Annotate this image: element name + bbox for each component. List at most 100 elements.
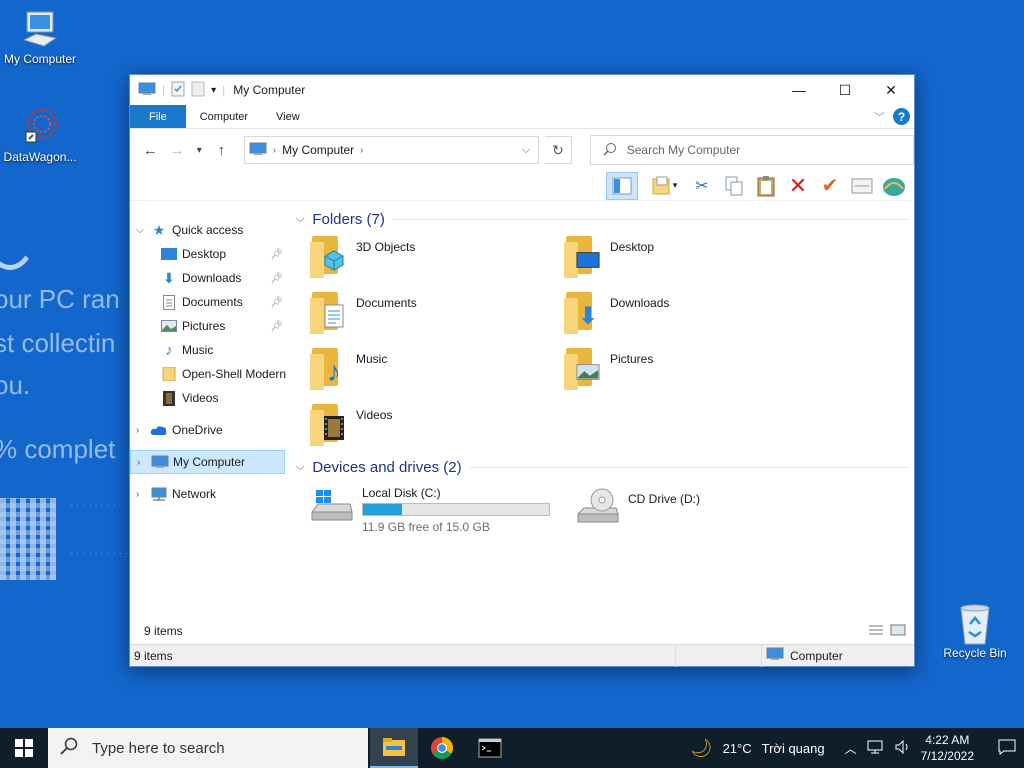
drive-cd-d[interactable]: CD Drive (D:) (576, 486, 826, 534)
weather-condition[interactable]: Trời quang (762, 741, 825, 756)
cut-icon[interactable]: ✂ (690, 174, 714, 198)
group-header-devices[interactable]: ⌵ Devices and drives (2) (296, 456, 914, 478)
notification-icon[interactable] (998, 739, 1016, 758)
folder-music[interactable]: ♪ Music (310, 346, 564, 390)
close-button[interactable]: ✕ (868, 75, 914, 105)
details-view-icon[interactable] (868, 624, 884, 639)
chevron-right-icon[interactable]: › (360, 145, 363, 156)
volume-icon[interactable] (895, 739, 911, 757)
nav-onedrive[interactable]: › OneDrive (130, 418, 289, 442)
properties-icon[interactable] (171, 81, 185, 100)
forward-button[interactable]: → (167, 142, 188, 159)
desktop-icon-my-computer[interactable]: My Computer (0, 8, 80, 66)
tab-computer[interactable]: Computer (186, 105, 262, 128)
paste-icon[interactable] (754, 174, 778, 198)
search-icon (60, 737, 78, 759)
tab-view[interactable]: View (262, 105, 314, 128)
folder-pictures[interactable]: Pictures (564, 346, 818, 390)
nav-label: Quick access (172, 223, 244, 237)
chevron-down-icon[interactable]: ⌵ (296, 213, 304, 226)
folder-name: 3D Objects (356, 240, 416, 254)
nav-label: Pictures (182, 319, 226, 333)
address-bar[interactable]: › My Computer › ⌵ (243, 136, 540, 164)
folder-name: Pictures (610, 352, 654, 366)
taskbar-file-explorer[interactable] (370, 728, 418, 768)
help-icon[interactable]: ? (893, 108, 910, 125)
window-title: My Computer (233, 83, 306, 97)
pin-icon: 📌︎ (270, 272, 283, 284)
folder-downloads[interactable]: ⬇ Downloads (564, 290, 818, 334)
nav-quick-access[interactable]: ⌵ ★ Quick access (130, 218, 289, 242)
chevron-down-icon[interactable]: ⌵ (296, 461, 304, 474)
taskbar-search-input[interactable]: Type here to search (48, 728, 368, 768)
refresh-button[interactable]: ↻ (545, 136, 572, 164)
item-count: 9 items (144, 624, 183, 638)
network-icon[interactable] (867, 740, 885, 757)
chevron-right-icon[interactable]: › (273, 145, 276, 156)
weather-temp[interactable]: 21°C (723, 741, 752, 756)
separator: | (162, 83, 166, 97)
recent-locations-button[interactable]: ▾ (194, 145, 205, 156)
desktop-icon-recycle-bin[interactable]: Recycle Bin (935, 602, 1015, 660)
status-bar: 9 items (130, 620, 914, 642)
search-input[interactable]: Search My Computer (589, 135, 914, 165)
chevron-right-icon[interactable]: › (136, 425, 150, 436)
nav-label: Desktop (182, 247, 227, 261)
chrome-icon (431, 737, 453, 759)
navigation-pane-button[interactable] (606, 171, 638, 200)
bsod-text-2: st collectin (0, 328, 116, 358)
nav-item-documents[interactable]: Documents 📌︎ (130, 290, 289, 314)
nav-item-music[interactable]: ♪ Music (130, 338, 289, 362)
tab-file[interactable]: File (130, 105, 186, 128)
up-button[interactable]: ↑ (211, 142, 232, 159)
chevron-right-icon[interactable]: › (136, 489, 150, 500)
cloud-icon (150, 422, 168, 438)
search-placeholder: Search My Computer (626, 143, 741, 157)
copy-icon[interactable] (722, 174, 746, 198)
clock[interactable]: 4:22 AM 7/12/2022 (921, 732, 974, 764)
chevron-right-icon[interactable]: › (137, 457, 151, 468)
maximize-button[interactable]: ☐ (822, 75, 868, 105)
folder-videos[interactable]: Videos (310, 402, 564, 446)
moon-weather-icon[interactable]: 🌙︎ (690, 738, 713, 759)
bsod-sad-face (0, 170, 40, 270)
drive-local-disk-c[interactable]: Local Disk (C:) 11.9 GB free of 15.0 GB (310, 486, 560, 534)
properties-check-icon[interactable]: ✔ (818, 174, 842, 198)
nav-label: Documents (182, 295, 243, 309)
group-header-folders[interactable]: ⌵ Folders (7) (296, 208, 914, 230)
large-icons-view-icon[interactable] (890, 624, 906, 639)
film-icon (160, 390, 178, 406)
customize-qat-icon[interactable]: ▾ (211, 85, 216, 96)
nav-item-open-shell-modern[interactable]: Open-Shell Modern (130, 362, 289, 386)
title-bar[interactable]: | ▾ | My Computer — ☐ ✕ (130, 75, 914, 105)
nav-item-pictures[interactable]: Pictures 📌︎ (130, 314, 289, 338)
email-icon[interactable] (850, 174, 874, 198)
address-location[interactable]: My Computer (282, 143, 354, 157)
back-button[interactable]: ← (140, 142, 161, 159)
open-shell-icon[interactable] (882, 174, 906, 198)
nav-my-computer[interactable]: › My Computer (130, 450, 285, 474)
new-folder-icon[interactable] (191, 81, 205, 100)
taskbar-chrome[interactable] (418, 728, 466, 768)
videos-folder-icon (310, 402, 346, 446)
delete-icon[interactable]: ✕ (786, 173, 810, 198)
minimize-button[interactable]: — (776, 75, 822, 105)
status-count: 9 items (130, 644, 676, 667)
nav-network[interactable]: › Network (130, 482, 289, 506)
nav-item-videos[interactable]: Videos (130, 386, 289, 410)
chevron-down-icon[interactable]: ⌵ (522, 144, 538, 157)
star-icon: ★ (152, 221, 166, 238)
nav-item-downloads[interactable]: ⬇ Downloads 📌︎ (130, 266, 289, 290)
taskbar-command-prompt[interactable] (466, 728, 514, 768)
computer-icon (138, 82, 156, 99)
chevron-down-icon[interactable]: ⌵ (136, 225, 150, 236)
desktop-icon-datawagon[interactable]: DataWagon... (0, 106, 80, 164)
chevron-up-icon[interactable]: ︿ (845, 740, 857, 757)
folder-3d-objects[interactable]: 3D Objects (310, 234, 564, 278)
folder-documents[interactable]: Documents (310, 290, 564, 334)
start-button[interactable] (0, 728, 48, 768)
folder-desktop[interactable]: Desktop (564, 234, 818, 278)
folder-options-icon[interactable]: ▾ (646, 174, 682, 198)
expand-ribbon-icon[interactable]: ﹀ (874, 109, 885, 125)
nav-item-desktop[interactable]: Desktop 📌︎ (130, 242, 289, 266)
